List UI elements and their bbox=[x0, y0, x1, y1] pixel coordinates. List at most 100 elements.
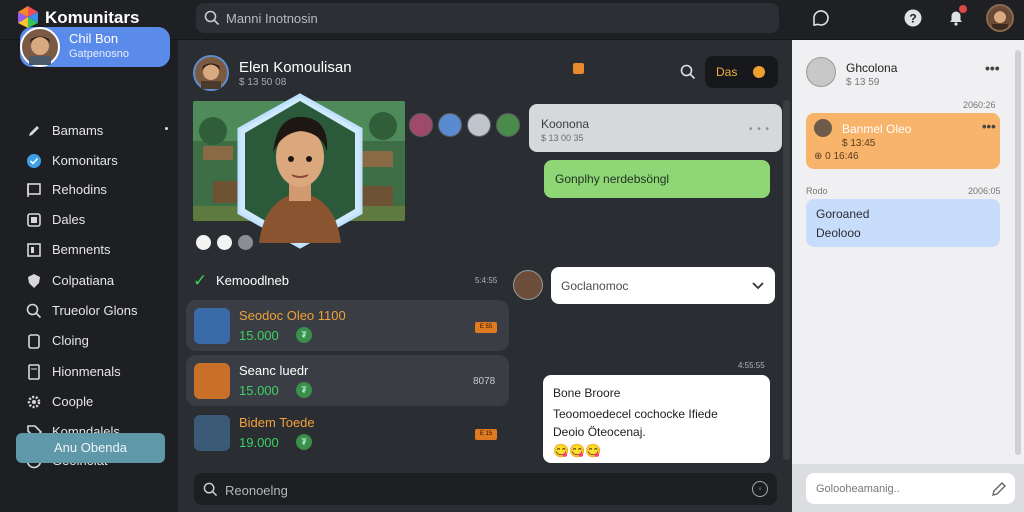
highlight-card[interactable]: Banmel Oleo $ 13:45 ⊕ 0 16:46 ••• bbox=[806, 113, 1000, 169]
user-avatar[interactable] bbox=[986, 4, 1014, 32]
message-subtitle: $ 13 00 35 bbox=[541, 133, 584, 143]
sidebar-item-label: Dales bbox=[52, 212, 86, 227]
sidebar-item-5[interactable]: Bemnents bbox=[26, 239, 176, 261]
call-indicator-icon bbox=[753, 66, 765, 78]
sidebar-item-label: Trueolor Glons bbox=[52, 303, 138, 318]
participant-avatar-3[interactable] bbox=[467, 113, 491, 137]
item-title: Bidem Toede bbox=[239, 415, 315, 430]
sidebar-item-label: Bemnents bbox=[52, 242, 111, 257]
search-icon bbox=[26, 303, 42, 319]
chat-contact-avatar[interactable] bbox=[193, 55, 229, 91]
info-card[interactable]: Goroaned Deolooo bbox=[806, 199, 1000, 247]
outgoing-message[interactable]: Gonplhy nerdebsöngl bbox=[544, 160, 770, 198]
participant-avatar-4[interactable] bbox=[496, 113, 520, 137]
main-scrollbar[interactable] bbox=[783, 100, 790, 460]
status-square bbox=[573, 63, 584, 74]
item-title: Seodoc Oleo 1100 bbox=[239, 308, 346, 323]
checkmark-icon: ✓ bbox=[193, 271, 208, 290]
sidebar-item-2[interactable]: Komonitars bbox=[26, 150, 176, 172]
help-icon[interactable]: ? bbox=[903, 8, 923, 28]
item-badge: E 15 bbox=[475, 429, 497, 440]
edit-icon[interactable] bbox=[990, 480, 1008, 498]
participant-avatar-2[interactable] bbox=[438, 113, 462, 137]
search-icon bbox=[204, 10, 220, 26]
card-avatar bbox=[814, 119, 832, 137]
app-name: Komunitars bbox=[45, 8, 140, 27]
add-button[interactable]: Anu Obenda bbox=[16, 433, 165, 463]
message-emojis: 😋😋😋 bbox=[553, 443, 602, 458]
sidebar-item-9[interactable]: Hionmenals bbox=[26, 361, 176, 383]
sidebar-item-label: Colpatiana bbox=[52, 273, 115, 288]
avatar-face-icon bbox=[992, 11, 1008, 30]
highlight-card-subtitle: $ 13:45 bbox=[842, 138, 876, 149]
reaction-chip-3[interactable] bbox=[238, 235, 253, 250]
sidebar-item-label: Cloing bbox=[52, 333, 89, 348]
item-price: 19.000 bbox=[239, 435, 279, 450]
incoming-message[interactable]: Koonona $ 13 00 35 • • • bbox=[529, 104, 782, 152]
list-item[interactable]: Seodoc Oleo 1100 15.000 ₮ E 55 bbox=[186, 300, 509, 351]
box-icon bbox=[27, 243, 41, 257]
message-card-line1: Teoomoedecel cochocke Ifiede bbox=[553, 407, 718, 421]
sidebar-item-3[interactable]: Rehodins bbox=[26, 179, 176, 201]
search-placeholder: Manni Inotnosin bbox=[226, 11, 318, 26]
section-title: Kemoodlneb bbox=[216, 273, 289, 288]
sidebar-item-8[interactable]: Cloing bbox=[26, 330, 176, 352]
section-time: 5:4:55 bbox=[475, 276, 498, 285]
check-circle-icon bbox=[27, 154, 41, 168]
chat-subtitle: $ 13 50 08 bbox=[239, 77, 287, 88]
info-card-title: Goroaned bbox=[816, 207, 870, 221]
right-scrollbar[interactable] bbox=[1015, 50, 1021, 455]
search-icon bbox=[203, 482, 218, 497]
reply-avatar bbox=[513, 270, 543, 300]
sidebar-item-label: Coople bbox=[52, 394, 94, 409]
chevron-down-icon bbox=[752, 282, 764, 290]
svg-text:?: ? bbox=[909, 12, 916, 26]
composer-placeholder: Reonoelng bbox=[225, 483, 288, 498]
message-composer[interactable]: Reonoelng ◦ bbox=[194, 473, 777, 505]
profile-subtitle: Gatpenosno bbox=[69, 48, 129, 60]
coin-icon: ₮ bbox=[296, 434, 312, 450]
dropdown-value: Goclanomoc bbox=[561, 279, 629, 293]
sidebar-item-label: Hionmenals bbox=[52, 364, 121, 379]
sidebar-item-6[interactable]: Colpatiana bbox=[26, 270, 176, 292]
global-search-input[interactable]: Manni Inotnosin bbox=[196, 3, 779, 33]
right-panel-avatar[interactable] bbox=[806, 57, 836, 87]
message-card[interactable]: Bone Broore Teoomoedecel cochocke Ifiede… bbox=[543, 375, 770, 463]
outgoing-message-text: Gonplhy nerdebsöngl bbox=[555, 172, 670, 186]
item-thumbnail bbox=[194, 415, 230, 451]
right-input-placeholder: Golooheamanig.. bbox=[816, 483, 900, 495]
chat-search-icon[interactable] bbox=[680, 64, 696, 80]
right-panel-title: Ghcolona bbox=[846, 61, 898, 75]
sidebar-item-label: Rehodins bbox=[52, 182, 107, 197]
reply-dropdown[interactable]: Goclanomoc bbox=[551, 267, 775, 304]
right-panel-subtitle: $ 13 59 bbox=[846, 77, 880, 88]
info-card-subtitle: Deolooo bbox=[816, 226, 861, 240]
participant-avatar-1[interactable] bbox=[409, 113, 433, 137]
reaction-chip-1[interactable] bbox=[196, 235, 211, 250]
profile-card[interactable]: Chil Bon Gatpenosno bbox=[20, 27, 170, 67]
avatar-face-icon bbox=[201, 63, 221, 91]
attach-icon[interactable]: ◦ bbox=[752, 481, 768, 497]
list-item[interactable]: Seanc luedr 15.000 ₮ 8078 bbox=[186, 355, 509, 406]
list-item[interactable]: Bidem Toede 19.000 ₮ E 15 bbox=[186, 407, 509, 458]
message-more-icon[interactable]: • • • bbox=[749, 124, 770, 135]
card-more-icon[interactable]: ••• bbox=[982, 119, 996, 134]
clipboard-icon bbox=[28, 334, 40, 349]
call-button[interactable]: Das bbox=[705, 56, 778, 88]
call-button-label: Das bbox=[716, 65, 738, 79]
right-time-2: 2006:05 bbox=[968, 186, 1001, 196]
app-logo-icon bbox=[18, 6, 38, 28]
more-options-icon[interactable]: ••• bbox=[985, 60, 1000, 76]
sidebar-item-4[interactable]: Dales bbox=[26, 209, 176, 231]
item-price: 15.000 bbox=[239, 383, 279, 398]
profile-name: Chil Bon bbox=[69, 31, 119, 46]
gear-icon bbox=[27, 395, 41, 409]
message-title: Koonona bbox=[541, 117, 590, 131]
avatar-face-icon bbox=[29, 36, 51, 66]
chat-bubble-icon[interactable] bbox=[811, 8, 831, 28]
sidebar-item-1[interactable]: Bamams bbox=[26, 120, 176, 142]
sidebar-item-7[interactable]: Trueolor Glons bbox=[26, 300, 176, 322]
sidebar-item-10[interactable]: Coople bbox=[26, 391, 176, 413]
reaction-chip-2[interactable] bbox=[217, 235, 232, 250]
right-input[interactable]: Golooheamanig.. bbox=[806, 473, 1015, 504]
